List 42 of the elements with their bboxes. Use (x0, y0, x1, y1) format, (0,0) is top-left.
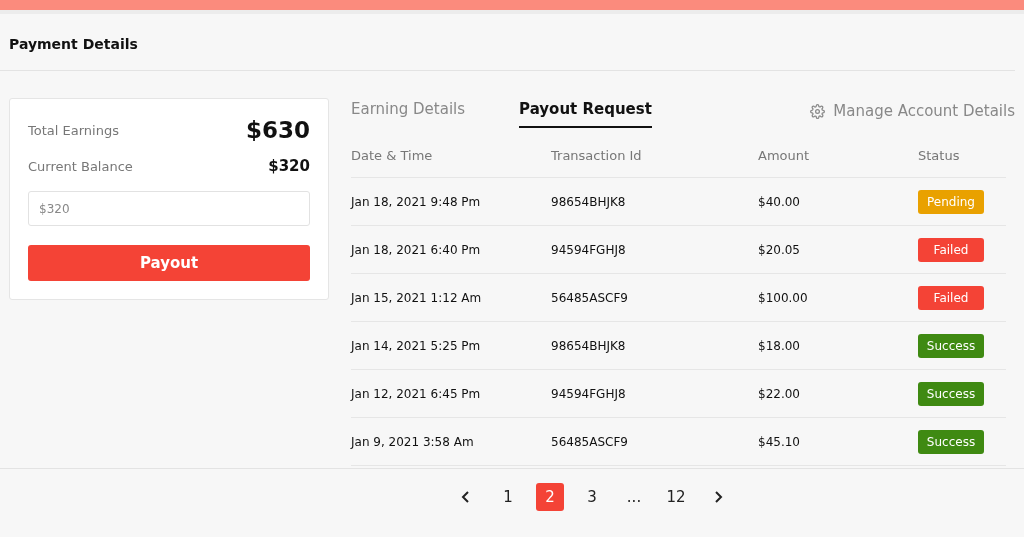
amount-cell: $18.00 (758, 322, 918, 370)
settings-icon (810, 103, 826, 119)
page-link[interactable]: ... (620, 483, 648, 511)
status-badge: Success (918, 429, 984, 454)
date-cell: Jan 12, 2021 6:45 Pm (351, 370, 551, 418)
date-cell: Jan 14, 2021 5:25 Pm (351, 322, 551, 370)
transaction-id-cell: 94594FGHJ8 (551, 226, 758, 274)
transaction-id-cell: 56485ASCF9 (551, 418, 758, 466)
total-label: Total Earnings (28, 122, 119, 138)
amount-cell: $22.00 (758, 370, 918, 418)
payout-button[interactable]: Payout (28, 245, 310, 281)
amount-cell: $40.00 (758, 178, 918, 226)
total-value: $630 (246, 117, 310, 143)
transaction-id-cell: 98654BHJK8 (551, 178, 758, 226)
status-badge: Pending (918, 189, 984, 214)
date-cell: Jan 18, 2021 6:40 Pm (351, 226, 551, 274)
date-cell: Jan 18, 2021 9:48 Pm (351, 178, 551, 226)
amount-cell: $45.10 (758, 418, 918, 466)
status-badge: Success (918, 381, 984, 406)
column-header: Status (918, 133, 1006, 178)
tab[interactable]: Payout Request (519, 94, 652, 128)
column-header: Date & Time (351, 133, 551, 178)
column-header: Amount (758, 133, 918, 178)
date-cell: Jan 9, 2021 3:58 Am (351, 418, 551, 466)
amount-cell: $20.05 (758, 226, 918, 274)
column-header: Transaction Id (551, 133, 758, 178)
status-badge: Success (918, 333, 984, 358)
amount-cell: $100.00 (758, 274, 918, 322)
transaction-id-cell: 56485ASCF9 (551, 274, 758, 322)
transaction-id-cell: 94594FGHJ8 (551, 370, 758, 418)
status-badge: Failed (918, 237, 984, 262)
page-link[interactable]: 2 (536, 483, 564, 511)
page-link[interactable]: 1 (494, 483, 522, 511)
transaction-id-cell: 98654BHJK8 (551, 322, 758, 370)
balance-label: Current Balance (28, 158, 133, 174)
page-link[interactable]: 12 (662, 483, 690, 511)
status-badge: Failed (918, 285, 984, 310)
date-cell: Jan 15, 2021 1:12 Am (351, 274, 551, 322)
page-link[interactable]: 3 (578, 483, 606, 511)
balance-value: $320 (268, 157, 310, 175)
amount-field[interactable]: $320 (28, 191, 310, 226)
page-title: Payment Details (0, 14, 1015, 71)
